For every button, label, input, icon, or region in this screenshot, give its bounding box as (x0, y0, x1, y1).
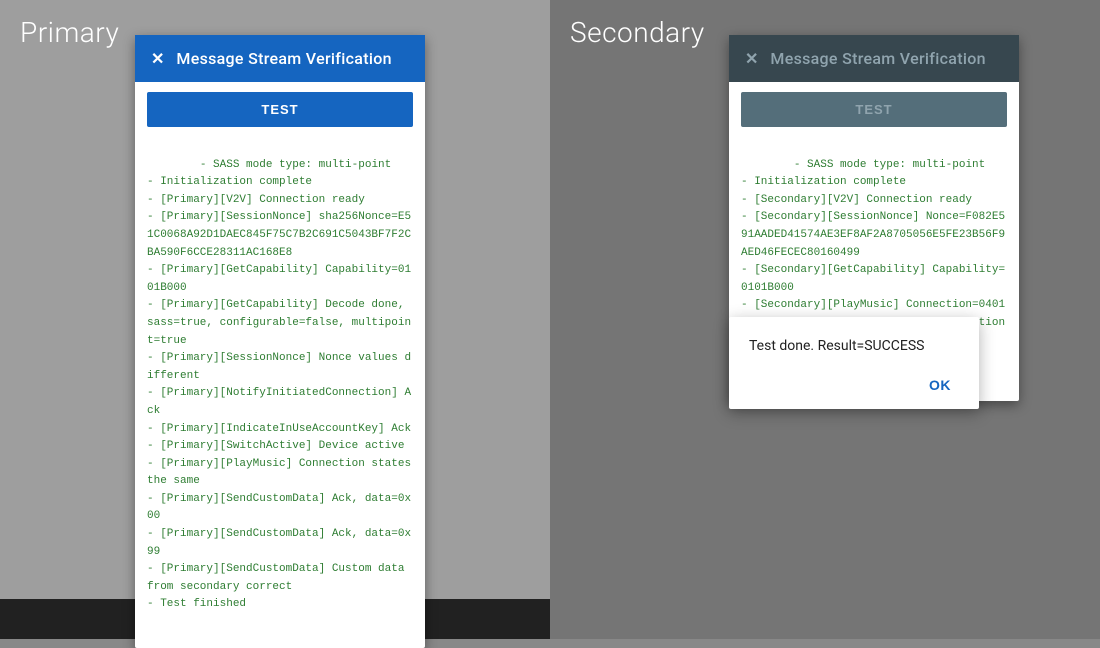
left-modal: ✕ Message Stream Verification TEST - SAS… (135, 35, 425, 648)
left-log-line-13: - [Primary][SendCustomData] Ack, data=0x… (147, 528, 411, 558)
right-modal-header: ✕ Message Stream Verification (729, 35, 1019, 82)
secondary-title: Secondary (570, 16, 705, 49)
left-log-line-7: - [Primary][SessionNonce] Nonce values d… (147, 352, 411, 382)
alert-message: Test done. Result=SUCCESS (749, 337, 959, 357)
right-test-button[interactable]: TEST (741, 92, 1007, 127)
right-log-line-6: - [Secondary][PlayMusic] Connection=0401 (741, 299, 1005, 311)
left-log-line-2: - Initialization complete (147, 176, 312, 188)
left-log-line-5: - [Primary][GetCapability] Capability=01… (147, 264, 411, 294)
right-log-line-2: - Initialization complete (741, 176, 906, 188)
left-log-line-9: - [Primary][IndicateInUseAccountKey] Ack (147, 423, 411, 435)
right-close-icon[interactable]: ✕ (745, 51, 758, 67)
left-log-line-14: - [Primary][SendCustomData] Custom data … (147, 563, 411, 593)
right-log-line-1: - SASS mode type: multi-point (794, 159, 985, 171)
left-log-line-8: - [Primary][NotifyInitiatedConnection] A… (147, 387, 411, 417)
right-log-line-3: - [Secondary][V2V] Connection ready (741, 194, 972, 206)
left-modal-header: ✕ Message Stream Verification (135, 35, 425, 82)
left-log-line-10: - [Primary][SwitchActive] Device active (147, 440, 404, 452)
left-log-line-1: - SASS mode type: multi-point (200, 159, 391, 171)
left-log-area: - SASS mode type: multi-point - Initiali… (147, 139, 413, 632)
left-panel: Primary ✕ Message Stream Verification TE… (0, 0, 550, 639)
right-log-line-5: - [Secondary][GetCapability] Capability=… (741, 264, 1005, 294)
primary-title: Primary (20, 16, 119, 49)
left-log-line-6: - [Primary][GetCapability] Decode done, … (147, 299, 411, 346)
left-close-icon[interactable]: ✕ (151, 51, 164, 67)
left-modal-body: TEST - SASS mode type: multi-point - Ini… (135, 82, 425, 648)
left-test-button[interactable]: TEST (147, 92, 413, 127)
alert-ok-button[interactable]: OK (921, 373, 959, 397)
left-log-line-15: - Test finished (147, 598, 246, 610)
alert-dialog: Test done. Result=SUCCESS OK (729, 317, 979, 409)
left-log-line-3: - [Primary][V2V] Connection ready (147, 194, 365, 206)
left-modal-title: Message Stream Verification (176, 49, 391, 68)
right-modal-title: Message Stream Verification (770, 49, 985, 68)
left-log-line-11: - [Primary][PlayMusic] Connection states… (147, 458, 418, 488)
right-log-line-4: - [Secondary][SessionNonce] Nonce=F082E5… (741, 211, 1005, 258)
right-panel: Secondary ✕ Message Stream Verification … (550, 0, 1100, 639)
left-log-line-4: - [Primary][SessionNonce] sha256Nonce=E5… (147, 211, 411, 258)
left-log-line-12: - [Primary][SendCustomData] Ack, data=0x… (147, 493, 411, 523)
